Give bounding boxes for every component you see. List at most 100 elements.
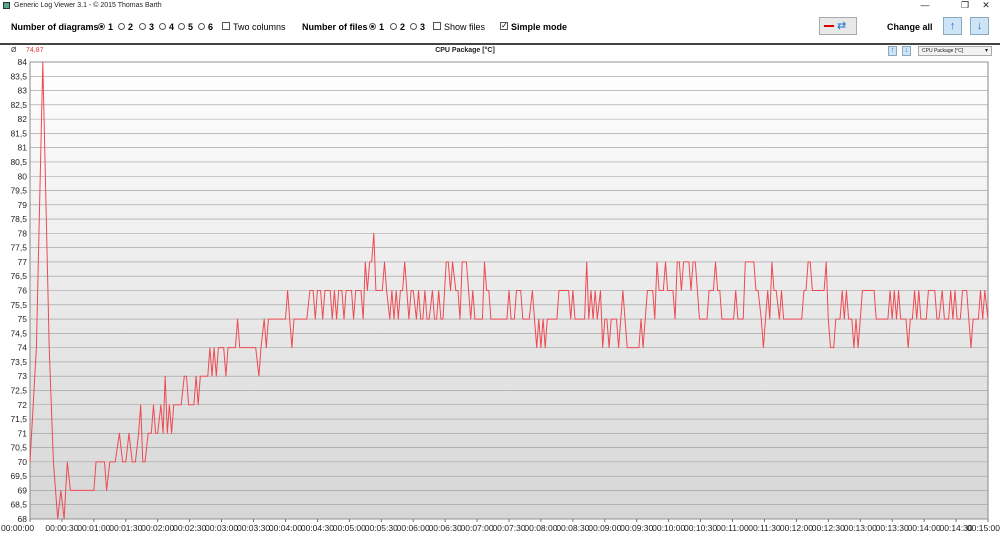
app-icon bbox=[3, 2, 10, 9]
file-radio-3[interactable] bbox=[410, 23, 417, 30]
x-tick-label: 00:13:00 bbox=[844, 523, 877, 533]
y-axis: 6868,56969,57070,57171,57272,57373,57474… bbox=[10, 57, 27, 524]
x-tick-label: 00:03:00 bbox=[205, 523, 238, 533]
change-all-label: Change all bbox=[887, 22, 933, 32]
y-tick-label: 77 bbox=[18, 257, 28, 267]
two-columns-checkbox[interactable] bbox=[222, 22, 230, 30]
file-radio-2[interactable] bbox=[390, 23, 397, 30]
line-chart: 6868,56969,57070,57171,57272,57373,57474… bbox=[1, 57, 1000, 533]
x-tick-label: 00:10:00 bbox=[652, 523, 685, 533]
x-tick-label: 00:12:00 bbox=[780, 523, 813, 533]
diagram-option-6: 6 bbox=[208, 22, 214, 32]
x-tick-label: 00:07:30 bbox=[492, 523, 525, 533]
x-tick-label: 00:08:30 bbox=[556, 523, 589, 533]
x-tick-label: 00:05:00 bbox=[333, 523, 366, 533]
x-tick-label: 00:00:00 bbox=[1, 523, 34, 533]
x-tick-label: 00:02:30 bbox=[173, 523, 206, 533]
sensor-select[interactable]: CPU Package [°C] ▾ bbox=[918, 46, 992, 56]
y-tick-label: 73 bbox=[18, 371, 28, 381]
change-all-up-button[interactable]: ↑ bbox=[943, 17, 962, 35]
y-tick-label: 82 bbox=[18, 114, 28, 124]
y-tick-label: 75 bbox=[18, 314, 28, 324]
x-axis: 00:00:00 00:00:3000:01:0000:01:3000:02:00… bbox=[1, 519, 1000, 533]
diagram-radio-4[interactable] bbox=[159, 23, 166, 30]
title-bar: Generic Log Viewer 3.1 - © 2015 Thomas B… bbox=[0, 0, 1000, 11]
y-tick-label: 74 bbox=[18, 343, 28, 353]
y-tick-label: 84 bbox=[18, 57, 28, 67]
y-tick-label: 78 bbox=[18, 228, 28, 238]
diagram-option-2: 2 bbox=[128, 22, 134, 32]
x-tick-label: 00:00:30 bbox=[45, 523, 78, 533]
x-tick-label: 00:07:00 bbox=[461, 523, 494, 533]
diagram-option-1: 1 bbox=[108, 22, 114, 32]
y-tick-label: 78,5 bbox=[10, 214, 27, 224]
y-tick-label: 72,5 bbox=[10, 385, 27, 395]
x-tick-label: 00:04:30 bbox=[301, 523, 334, 533]
y-tick-label: 80,5 bbox=[10, 157, 27, 167]
file-option-1: 1 bbox=[379, 22, 385, 32]
simple-mode-checkbox[interactable]: ✓ bbox=[500, 22, 508, 30]
change-all-down-button[interactable]: ↓ bbox=[970, 17, 989, 35]
x-tick-label: 00:11:30 bbox=[748, 523, 781, 533]
show-files-checkbox[interactable] bbox=[433, 22, 441, 30]
x-tick-label: 00:03:30 bbox=[237, 523, 270, 533]
file-radio-1[interactable] bbox=[369, 23, 376, 30]
y-tick-label: 73,5 bbox=[10, 357, 27, 367]
chart-header: Ø 74,87 CPU Package [°C] ↑ ↓ CPU Package… bbox=[0, 45, 1000, 57]
x-tick-label: 00:08:00 bbox=[524, 523, 557, 533]
y-tick-label: 69,5 bbox=[10, 471, 27, 481]
y-tick-label: 68,5 bbox=[10, 500, 27, 510]
minimize-button[interactable]: — bbox=[911, 0, 939, 11]
arrow-down-icon: ↓ bbox=[904, 47, 909, 54]
file-option-3: 3 bbox=[420, 22, 426, 32]
red-line-icon bbox=[824, 25, 834, 27]
y-tick-label: 72 bbox=[18, 400, 28, 410]
y-tick-label: 77,5 bbox=[10, 243, 27, 253]
arrow-up-icon: ↑ bbox=[890, 47, 895, 54]
y-tick-label: 70 bbox=[18, 457, 28, 467]
line-style-button[interactable]: ⇄ bbox=[819, 17, 857, 35]
x-tick-label: 00:01:30 bbox=[109, 523, 142, 533]
chevron-down-icon: ▾ bbox=[984, 48, 988, 54]
show-files-label: Show files bbox=[444, 22, 486, 32]
diagram-option-3: 3 bbox=[149, 22, 155, 32]
y-tick-label: 76,5 bbox=[10, 271, 27, 281]
chart-up-button[interactable]: ↑ bbox=[888, 46, 897, 56]
y-tick-label: 70,5 bbox=[10, 443, 27, 453]
x-tick-label: 00:13:30 bbox=[876, 523, 909, 533]
diagram-option-5: 5 bbox=[188, 22, 194, 32]
x-tick-label: 00:12:30 bbox=[812, 523, 845, 533]
close-button[interactable]: ✕ bbox=[972, 0, 1000, 11]
y-tick-label: 81 bbox=[18, 143, 28, 153]
x-tick-label: 00:09:00 bbox=[588, 523, 621, 533]
x-tick-label: 00:06:30 bbox=[429, 523, 462, 533]
diagram-radio-2[interactable] bbox=[118, 23, 125, 30]
x-tick-label: 00:05:30 bbox=[365, 523, 398, 533]
y-tick-label: 74,5 bbox=[10, 328, 27, 338]
x-tick-label: 00:04:00 bbox=[269, 523, 302, 533]
diagram-radio-6[interactable] bbox=[198, 23, 205, 30]
y-tick-label: 79 bbox=[18, 200, 28, 210]
x-tick-label: 00:10:30 bbox=[684, 523, 717, 533]
y-tick-label: 75,5 bbox=[10, 300, 27, 310]
x-tick-label: 00:01:00 bbox=[77, 523, 110, 533]
y-tick-label: 79,5 bbox=[10, 186, 27, 196]
arrow-up-icon: ↑ bbox=[949, 20, 956, 32]
sensor-select-value: CPU Package [°C] bbox=[922, 48, 964, 54]
y-tick-label: 81,5 bbox=[10, 128, 27, 138]
simple-mode-label: Simple mode bbox=[511, 22, 568, 32]
chart-title: CPU Package [°C] bbox=[435, 47, 495, 54]
swap-icon: ⇄ bbox=[837, 20, 847, 32]
y-tick-label: 80 bbox=[18, 171, 28, 181]
diagram-radio-1[interactable] bbox=[98, 23, 105, 30]
chart-down-button[interactable]: ↓ bbox=[902, 46, 911, 56]
y-tick-label: 82,5 bbox=[10, 100, 27, 110]
file-option-2: 2 bbox=[400, 22, 406, 32]
diagram-radio-3[interactable] bbox=[139, 23, 146, 30]
x-tick-label: 00:15:00 bbox=[967, 523, 1000, 533]
diagram-radio-5[interactable] bbox=[178, 23, 185, 30]
arrow-down-icon: ↓ bbox=[976, 20, 983, 32]
window-title: Generic Log Viewer 3.1 - © 2015 Thomas B… bbox=[14, 2, 162, 9]
x-tick-label: 00:14:00 bbox=[908, 523, 941, 533]
x-tick-label: 00:09:30 bbox=[620, 523, 653, 533]
